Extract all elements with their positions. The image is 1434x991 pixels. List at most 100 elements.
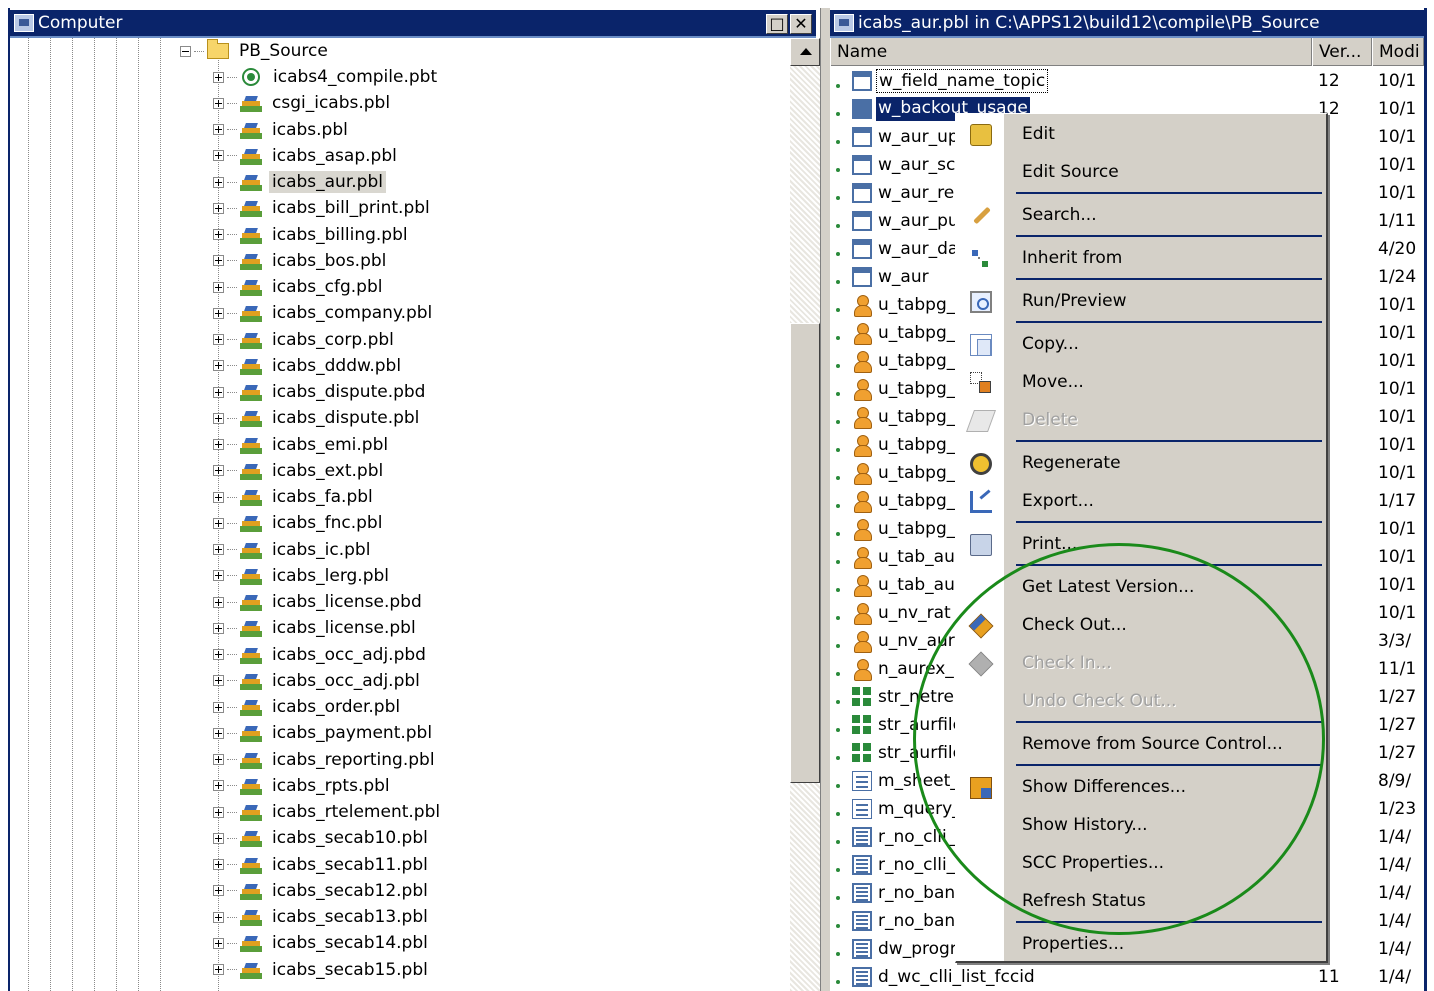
maximize-button[interactable]: □ <box>766 14 788 34</box>
expand-icon[interactable] <box>213 964 224 975</box>
expand-icon[interactable] <box>213 491 224 503</box>
tree-item[interactable]: icabs_secab14.pbl <box>213 930 431 956</box>
expand-icon[interactable] <box>213 701 224 713</box>
context-menu-item[interactable]: Search... <box>956 199 1327 233</box>
scroll-up-arrow-icon[interactable] <box>790 38 820 66</box>
expand-icon[interactable] <box>213 229 224 240</box>
tree-item[interactable]: icabs_fnc.pbl <box>213 510 385 536</box>
context-menu-item[interactable]: Show History... <box>956 809 1327 843</box>
tree-item[interactable]: icabs_rpts.pbl <box>213 773 393 799</box>
expand-icon[interactable] <box>213 832 224 844</box>
expand-icon[interactable] <box>213 71 224 83</box>
expand-icon[interactable] <box>213 727 224 739</box>
expand-icon[interactable] <box>213 649 224 660</box>
expand-icon[interactable] <box>213 754 224 765</box>
collapse-icon[interactable] <box>180 45 191 57</box>
expand-icon[interactable] <box>213 622 224 634</box>
tree-item[interactable]: icabs_emi.pbl <box>213 432 391 458</box>
tree-item[interactable]: icabs_lerg.pbl <box>213 563 392 589</box>
expand-icon[interactable] <box>213 412 224 424</box>
expand-icon[interactable] <box>213 150 224 162</box>
expand-icon[interactable] <box>213 570 224 582</box>
tree-item[interactable]: icabs_secab15.pbl <box>213 957 431 983</box>
tree-item[interactable]: icabs_aur.pbl <box>213 169 386 195</box>
tree-item[interactable]: icabs_reporting.pbl <box>213 747 438 773</box>
expand-icon[interactable] <box>213 517 224 529</box>
expand-icon[interactable] <box>213 255 224 267</box>
close-button[interactable]: ✕ <box>790 14 812 34</box>
expand-icon[interactable] <box>213 307 224 319</box>
column-header-version[interactable]: Ver... <box>1312 38 1372 66</box>
expand-icon[interactable] <box>213 596 224 608</box>
expand-icon[interactable] <box>213 780 224 792</box>
context-menu-item[interactable]: Inherit from <box>956 242 1327 276</box>
context-menu-item[interactable]: Edit <box>956 118 1327 152</box>
expand-icon[interactable] <box>213 675 224 687</box>
tree-item[interactable]: icabs_secab13.pbl <box>213 904 431 930</box>
tree-item[interactable]: icabs_dddw.pbl <box>213 353 404 379</box>
expand-icon[interactable] <box>213 859 224 870</box>
context-menu-item[interactable]: Remove from Source Control... <box>956 728 1327 762</box>
context-menu-item[interactable]: Properties... <box>956 928 1327 962</box>
tree-item[interactable]: icabs_payment.pbl <box>213 720 435 746</box>
tree-scrollbar[interactable] <box>790 38 820 991</box>
expand-icon[interactable] <box>213 334 224 345</box>
tree-item[interactable]: icabs4_compile.pbt <box>213 64 440 90</box>
tree-item[interactable]: icabs_secab11.pbl <box>213 852 431 878</box>
tree-item[interactable]: icabs_cfg.pbl <box>213 274 385 300</box>
context-menu-item[interactable]: Edit Source <box>956 156 1327 190</box>
expand-icon[interactable] <box>213 97 224 109</box>
tree-item[interactable]: icabs_ic.pbl <box>213 537 373 563</box>
column-header-modified[interactable]: Modi <box>1372 38 1424 66</box>
list-row[interactable]: d_wc_clli_list_fccid 11 1/4/ <box>830 963 1424 991</box>
tree-item[interactable]: icabs_occ_adj.pbl <box>213 668 423 694</box>
tree-item[interactable]: icabs_occ_adj.pbd <box>213 642 429 668</box>
tree-item[interactable]: icabs_company.pbl <box>213 300 435 326</box>
tree-item[interactable]: icabs_order.pbl <box>213 694 403 720</box>
context-menu-item[interactable]: Copy... <box>956 328 1327 362</box>
context-menu-item[interactable]: Export... <box>956 485 1327 519</box>
expand-icon[interactable] <box>213 360 224 372</box>
context-menu-item[interactable]: SCC Properties... <box>956 847 1327 881</box>
tree-item[interactable]: icabs_rtelement.pbl <box>213 799 443 825</box>
scroll-thumb[interactable] <box>790 323 820 783</box>
tree-item[interactable]: icabs_billing.pbl <box>213 222 411 248</box>
tree-item[interactable]: icabs_ext.pbl <box>213 458 386 484</box>
tree-item[interactable]: icabs_dispute.pbd <box>213 379 428 405</box>
expand-icon[interactable] <box>213 281 224 293</box>
tree-item[interactable]: icabs_secab10.pbl <box>213 825 431 851</box>
tree-item[interactable]: icabs.pbl <box>213 117 351 143</box>
expand-icon[interactable] <box>213 806 224 818</box>
tree-item[interactable]: icabs_asap.pbl <box>213 143 400 169</box>
context-menu-item[interactable]: Print... <box>956 528 1327 562</box>
tree-item[interactable]: icabs_secab12.pbl <box>213 878 431 904</box>
expand-icon[interactable] <box>213 544 224 555</box>
tree-item[interactable]: icabs_license.pbd <box>213 589 425 615</box>
expand-icon[interactable] <box>213 202 224 214</box>
tree-item[interactable]: icabs_bos.pbl <box>213 248 389 274</box>
tree-item[interactable]: icabs_fa.pbl <box>213 484 376 510</box>
tree-item[interactable]: icabs_dispute.pbl <box>213 405 422 431</box>
expand-icon[interactable] <box>213 911 224 923</box>
context-menu-item[interactable]: Get Latest Version... <box>956 571 1327 605</box>
expand-icon[interactable] <box>213 439 224 450</box>
context-menu-item[interactable]: Refresh Status <box>956 885 1327 919</box>
list-row[interactable]: w_field_name_topic 12 10/1 <box>830 67 1424 95</box>
expand-icon[interactable] <box>213 386 224 398</box>
tree-root-folder[interactable]: PB_Source <box>180 38 331 64</box>
context-menu-item[interactable]: Regenerate <box>956 447 1327 481</box>
pane-splitter[interactable] <box>820 8 830 991</box>
expand-icon[interactable] <box>213 176 224 188</box>
context-menu-item[interactable]: Move... <box>956 366 1327 400</box>
expand-icon[interactable] <box>213 124 224 135</box>
context-menu-item[interactable]: Check Out... <box>956 609 1327 643</box>
expand-icon[interactable] <box>213 885 224 897</box>
column-header-name[interactable]: Name <box>830 38 1312 66</box>
tree-item[interactable]: csgi_icabs.pbl <box>213 90 393 116</box>
tree-item[interactable]: icabs_license.pbl <box>213 615 419 641</box>
context-menu-item[interactable]: Run/Preview <box>956 285 1327 319</box>
context-menu-item[interactable]: Show Differences... <box>956 771 1327 805</box>
tree-item[interactable]: icabs_corp.pbl <box>213 327 397 353</box>
expand-icon[interactable] <box>213 937 224 949</box>
tree-item[interactable]: icabs_bill_print.pbl <box>213 195 433 221</box>
